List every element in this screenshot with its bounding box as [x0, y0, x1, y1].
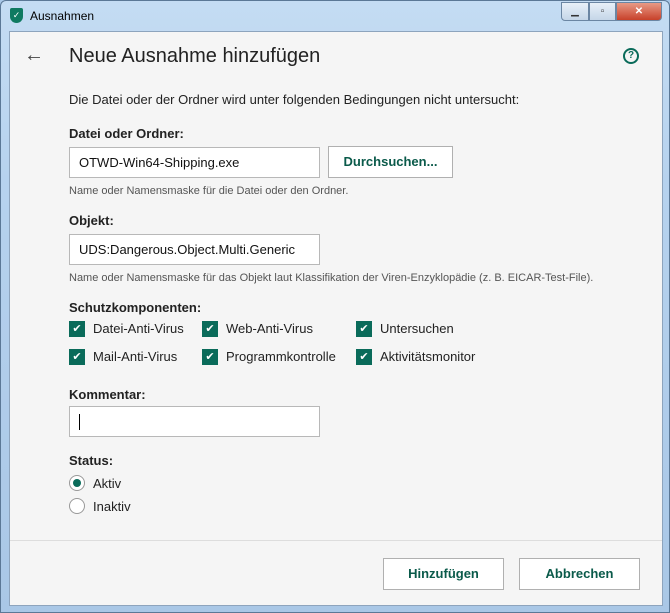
title-bar: ✓ Ausnahmen ▁ ▫ ✕ — [1, 1, 669, 31]
dialog-window: ✓ Ausnahmen ▁ ▫ ✕ ← Neue Ausnahme hinzuf… — [0, 0, 670, 613]
file-input[interactable]: OTWD-Win64-Shipping.exe — [69, 147, 320, 178]
status-label: Status: — [69, 453, 114, 468]
file-label: Datei oder Ordner: — [69, 126, 184, 141]
checkbox-label: Web-Anti-Virus — [226, 321, 313, 336]
radio-label: Aktiv — [93, 476, 122, 491]
comment-input[interactable] — [69, 406, 320, 437]
checkbox-web-anti-virus[interactable]: ✔ — [202, 321, 218, 337]
comment-label: Kommentar: — [69, 387, 146, 402]
radio-inaktiv[interactable] — [69, 498, 85, 514]
page-title: Neue Ausnahme hinzufügen — [69, 45, 321, 67]
text-caret — [79, 414, 80, 430]
checkbox-label: Programmkontrolle — [226, 349, 336, 364]
cancel-button[interactable]: Abbrechen — [519, 558, 640, 590]
close-button[interactable]: ✕ — [616, 2, 662, 21]
checkbox-label: Mail-Anti-Virus — [93, 349, 178, 364]
window-title: Ausnahmen — [30, 9, 95, 23]
object-input[interactable]: UDS:Dangerous.Object.Multi.Generic — [69, 234, 320, 265]
shield-icon: ✓ — [10, 8, 23, 23]
object-label: Objekt: — [69, 213, 114, 228]
file-hint: Name oder Namensmaske für die Datei oder… — [69, 185, 349, 197]
radio-aktiv[interactable] — [69, 475, 85, 491]
checkbox-aktivitaetsmonitor[interactable]: ✔ — [356, 349, 372, 365]
add-button[interactable]: Hinzufügen — [383, 558, 504, 590]
checkbox-label: Datei-Anti-Virus — [93, 321, 184, 336]
help-icon[interactable]: ? — [623, 48, 639, 64]
checkbox-datei-anti-virus[interactable]: ✔ — [69, 321, 85, 337]
maximize-button[interactable]: ▫ — [589, 2, 616, 21]
checkbox-untersuchen[interactable]: ✔ — [356, 321, 372, 337]
back-arrow-icon[interactable]: ← — [24, 44, 44, 67]
radio-label: Inaktiv — [93, 499, 131, 514]
components-label: Schutzkomponenten: — [69, 300, 202, 315]
footer: Hinzufügen Abbrechen — [10, 540, 662, 605]
minimize-button[interactable]: ▁ — [561, 2, 589, 21]
checkbox-mail-anti-virus[interactable]: ✔ — [69, 349, 85, 365]
intro-text: Die Datei oder der Ordner wird unter fol… — [69, 92, 520, 107]
checkbox-label: Untersuchen — [380, 321, 454, 336]
browse-button[interactable]: Durchsuchen... — [328, 146, 453, 178]
object-hint: Name oder Namensmaske für das Objekt lau… — [69, 272, 594, 284]
checkbox-label: Aktivitätsmonitor — [380, 349, 476, 364]
checkbox-programmkontrolle[interactable]: ✔ — [202, 349, 218, 365]
content-area: ← Neue Ausnahme hinzufügen ? Die Datei o… — [9, 31, 663, 606]
